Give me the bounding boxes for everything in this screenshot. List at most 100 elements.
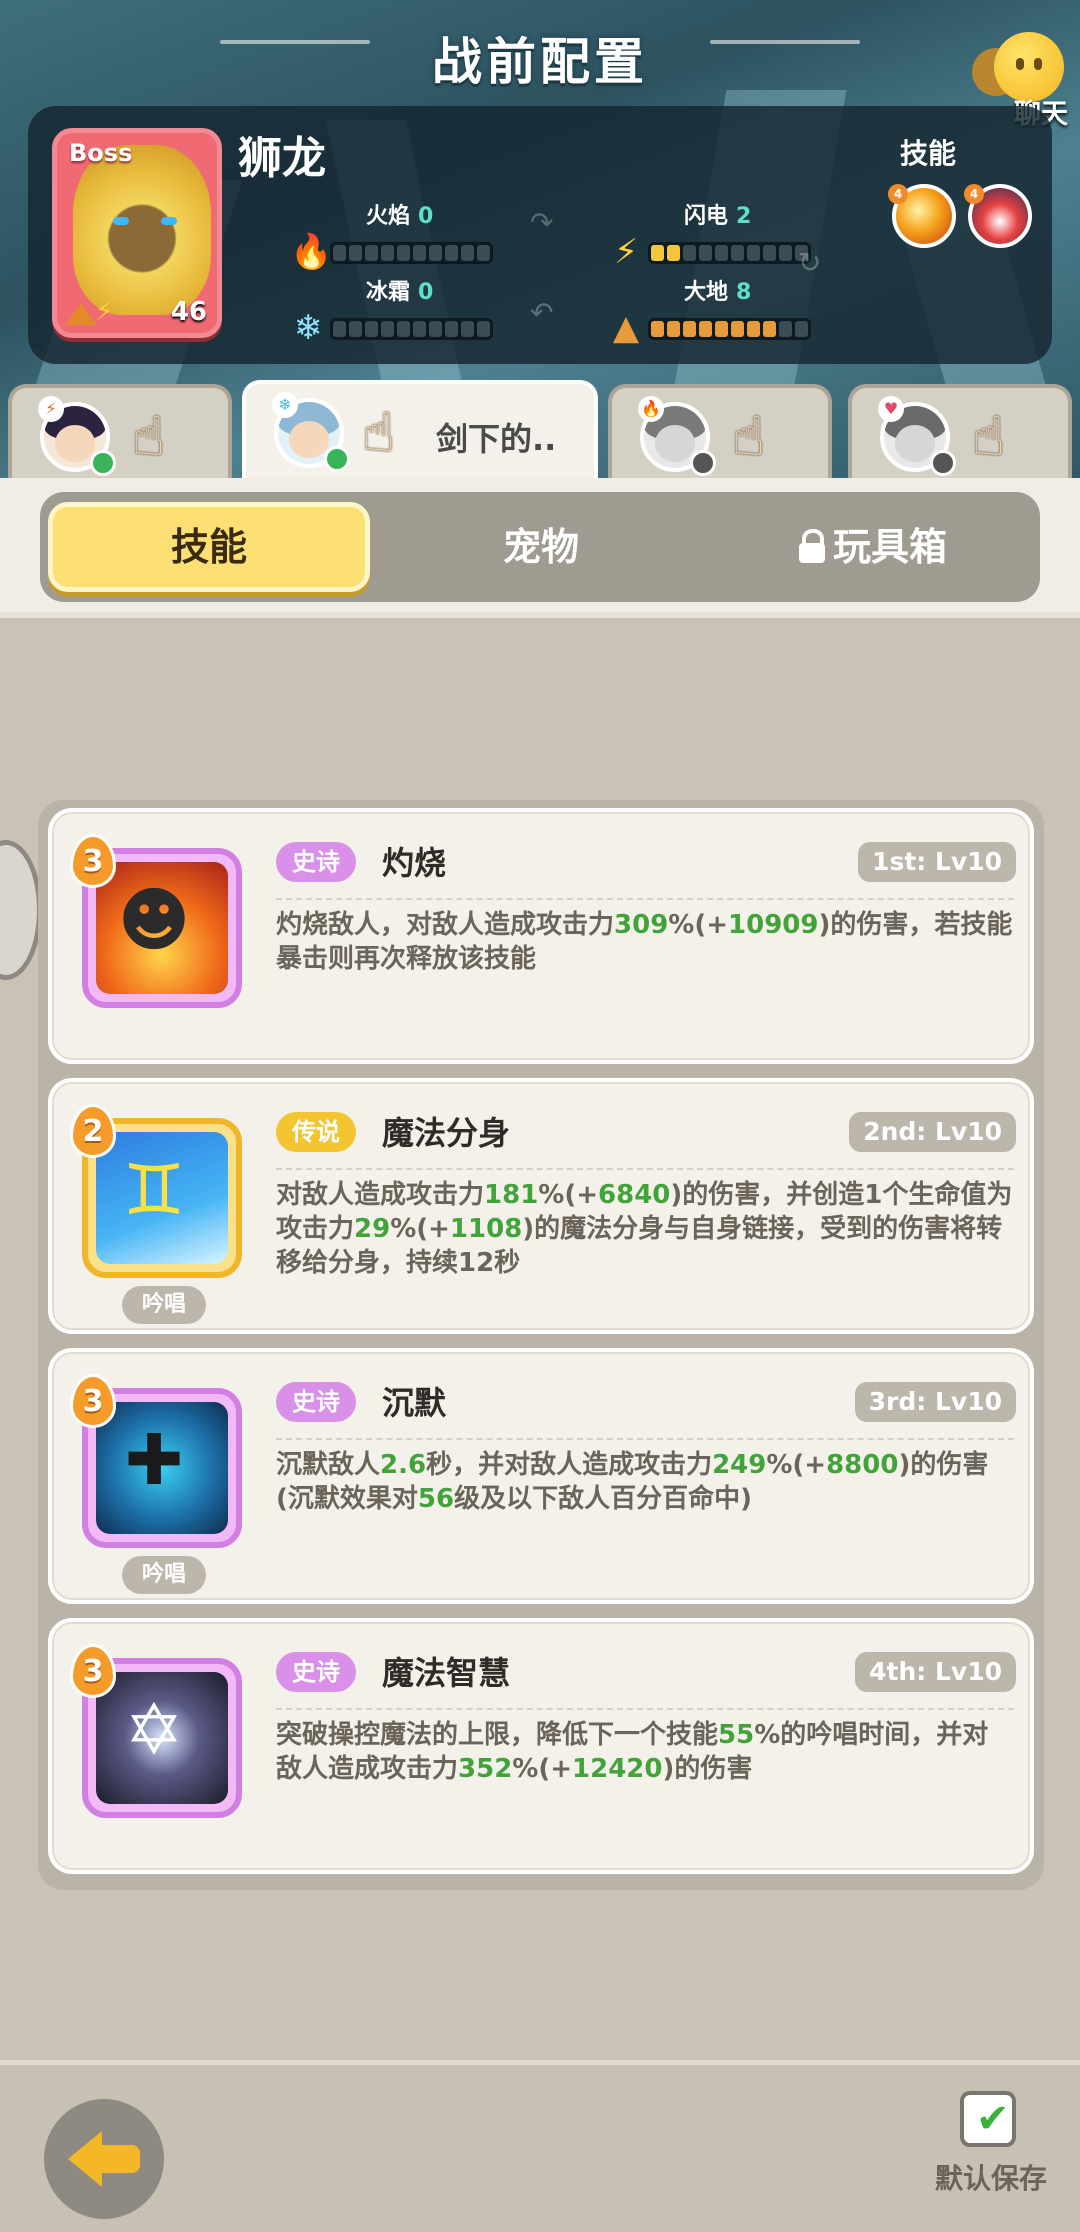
rarity-badge: 史诗 <box>276 842 356 882</box>
pointing-hand-icon: ☝ <box>972 405 1005 468</box>
skill-value-highlight: 10909 <box>728 910 819 940</box>
boss-skill-bite-icon[interactable]: 4 <box>964 184 1032 248</box>
side-character-peek <box>0 840 42 980</box>
lock-icon <box>798 529 825 563</box>
skill-value-highlight: 2.6 <box>380 1450 427 1480</box>
category-tabs: 技能 宠物 玩具箱 <box>40 492 1040 602</box>
hero-tab-3[interactable]: 🔥 ☝ <box>608 384 832 478</box>
skill-text: 对敌人造成攻击力 <box>276 1180 485 1210</box>
element-cycle-arrow-icon: ↷ <box>530 206 554 239</box>
flame-icon: 🔥 <box>290 232 333 272</box>
skill-value-highlight: 352 <box>458 1754 513 1784</box>
rarity-badge: 史诗 <box>276 1652 356 1692</box>
skill-value-highlight: 309 <box>614 910 669 940</box>
skill-value-highlight: 249 <box>712 1450 767 1480</box>
heart-icon: ♥ <box>878 396 904 422</box>
hero-tab-name: 剑下的.. <box>436 420 557 458</box>
checkmark-icon: ✔ <box>976 2096 1010 2142</box>
skill-text: %(+ <box>390 1214 450 1244</box>
tab-pets[interactable]: 宠物 <box>380 502 702 592</box>
skill-description: 沉默敌人2.6秒，并对敌人造成攻击力249%(+8800)的伤害(沉默效果对56… <box>276 1448 1014 1516</box>
skill-value-highlight: 6840 <box>598 1180 671 1210</box>
snowflake-icon: ❄ <box>293 308 323 348</box>
tab-skills[interactable]: 技能 <box>48 502 370 592</box>
skill-name: 魔法智慧 <box>382 1654 511 1692</box>
skill-card[interactable]: ☻ 3 史诗 灼烧 1st: Lv10 灼烧敌人，对敌人造成攻击力309%(+1… <box>48 808 1034 1064</box>
skill-text: 秒，并对敌人造成攻击力 <box>426 1450 713 1480</box>
skill-slot-level: 4th: Lv10 <box>855 1652 1016 1692</box>
flame-icon: 🔥 <box>638 396 664 422</box>
element-fire: 🔥 火焰 0 <box>290 198 520 278</box>
boss-skill-fireball-icon[interactable]: 4 <box>888 184 956 248</box>
tab-toybox[interactable]: 玩具箱 <box>712 502 1034 592</box>
hero-tab-4[interactable]: ♥ ☝ <box>848 384 1072 478</box>
element-fire-bar <box>330 242 493 264</box>
skill-value-highlight: 29 <box>354 1214 391 1244</box>
page-title: 战前配置 <box>432 33 648 91</box>
pointing-hand-icon: ☝ <box>362 401 395 464</box>
chat-badge-icon <box>324 446 350 472</box>
element-earth-label: 大地 <box>684 280 729 305</box>
rank-badge: 3 <box>70 834 116 888</box>
skill-text: %(+ <box>766 1450 827 1480</box>
lion-dragon-portrait-art <box>73 145 211 315</box>
rank-badge: 3 <box>70 1644 116 1698</box>
lightning-icon: ⚡ <box>614 232 638 272</box>
element-fire-value: 0 <box>418 204 434 229</box>
skill-slot-level: 1st: Lv10 <box>858 842 1016 882</box>
boss-name: 狮龙 <box>238 133 326 184</box>
skill-description: 对敌人造成攻击力181%(+6840)的伤害，并创造1个生命值为攻击力29%(+… <box>276 1178 1014 1280</box>
bottom-bar: ✔ 默认保存 <box>0 2060 1080 2232</box>
element-frost-value: 0 <box>418 280 434 305</box>
skill-name: 灼烧 <box>382 844 447 882</box>
element-earth: ▲ 大地 8 <box>608 274 838 354</box>
skill-description: 灼烧敌人，对敌人造成攻击力309%(+10909)的伤害，若技能暴击则再次释放该… <box>276 908 1014 976</box>
default-save-toggle[interactable]: ✔ 默认保存 <box>926 2091 1056 2211</box>
skill-value-highlight: 12420 <box>572 1754 663 1784</box>
checkbox[interactable]: ✔ <box>960 2091 1016 2147</box>
element-earth-value: 8 <box>736 280 752 305</box>
chant-badge: 吟唱 <box>122 1286 206 1324</box>
back-arrow-icon <box>68 2131 102 2187</box>
boss-portrait[interactable]: Boss ⚡ 46 <box>52 128 222 338</box>
skill-value-highlight: 1108 <box>449 1214 523 1244</box>
rank-badge: 2 <box>70 1104 116 1158</box>
element-lightning-label: 闪电 <box>684 204 729 229</box>
boss-tag: Boss <box>69 139 133 167</box>
element-frost-bar <box>330 318 493 340</box>
chat-badge-icon <box>930 450 956 476</box>
skill-value-highlight: 56 <box>417 1484 455 1514</box>
element-cycle-arrow-icon: ↶ <box>530 296 554 329</box>
hero-tab-2[interactable]: ❄ ☝ 剑下的.. <box>242 380 598 480</box>
element-frost-label: 冰霜 <box>366 280 411 305</box>
skill-value-highlight: 8800 <box>826 1450 899 1480</box>
skill-card[interactable]: ✡ 3 史诗 魔法智慧 4th: Lv10 突破操控魔法的上限，降低下一个技能5… <box>48 1618 1034 1874</box>
skill-text: %(+ <box>668 910 729 940</box>
skill-name: 沉默 <box>382 1384 447 1422</box>
element-cycle-arrow-icon: ↻ <box>798 246 822 279</box>
skill-slot-level: 2nd: Lv10 <box>849 1112 1016 1152</box>
boss-skills-label: 技能 <box>900 137 957 170</box>
back-button[interactable] <box>44 2099 164 2219</box>
rarity-badge: 传说 <box>276 1112 356 1152</box>
skill-text: %(+ <box>538 1180 599 1210</box>
skill-list: ☻ 3 史诗 灼烧 1st: Lv10 灼烧敌人，对敌人造成攻击力309%(+1… <box>38 800 1044 1890</box>
lightning-icon: ⚡ <box>38 396 64 422</box>
hero-tab-1[interactable]: ⚡ ☝ <box>8 384 232 478</box>
element-fire-label: 火焰 <box>366 204 411 229</box>
rarity-badge: 史诗 <box>276 1382 356 1422</box>
skill-slot-level: 3rd: Lv10 <box>854 1382 1016 1422</box>
skill-text: %(+ <box>512 1754 573 1784</box>
pointing-hand-icon: ☝ <box>732 405 765 468</box>
boss-element-icons: ⚡ <box>65 297 125 325</box>
element-lightning-bar <box>648 242 811 264</box>
boss-level: 46 <box>170 297 207 327</box>
chat-badge-icon <box>90 450 116 476</box>
skill-card[interactable]: ✚ 3 吟唱 史诗 沉默 3rd: Lv10 沉默敌人2.6秒，并对敌人造成攻击… <box>48 1348 1034 1604</box>
skill-card[interactable]: ♊ 2 吟唱 传说 魔法分身 2nd: Lv10 对敌人造成攻击力181%(+6… <box>48 1078 1034 1334</box>
mountain-icon: ▲ <box>612 308 640 348</box>
snowflake-icon: ❄ <box>272 392 298 418</box>
element-earth-bar <box>648 318 811 340</box>
rank-badge: 3 <box>70 1374 116 1428</box>
tab-toybox-label: 玩具箱 <box>832 525 947 569</box>
